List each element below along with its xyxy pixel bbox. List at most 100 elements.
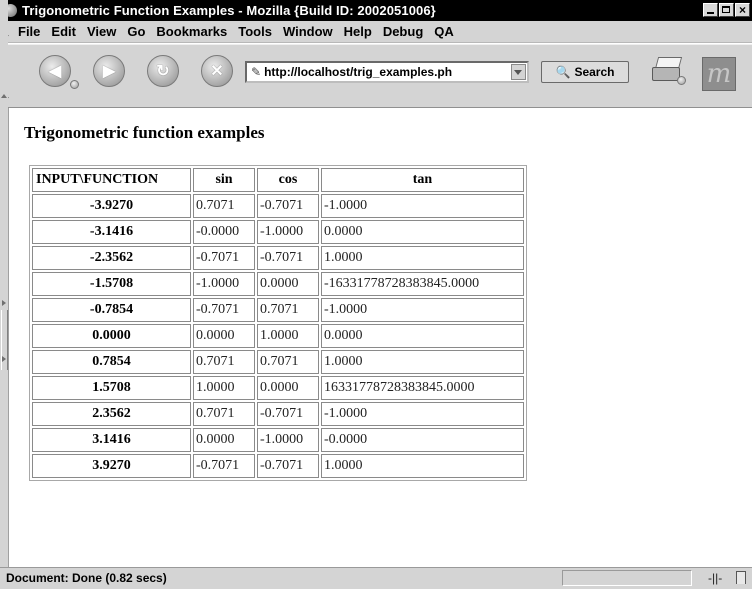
menu-debug[interactable]: Debug bbox=[383, 24, 423, 39]
table-row: 3.9270 -0.7071 -0.7071 1.0000 bbox=[32, 454, 524, 478]
url-text[interactable]: http://localhost/trig_examples.ph bbox=[264, 65, 511, 79]
print-dropdown[interactable] bbox=[677, 76, 686, 85]
menu-go[interactable]: Go bbox=[127, 24, 145, 39]
cell-cos: 0.7071 bbox=[257, 350, 319, 374]
cell-input: 0.0000 bbox=[32, 324, 191, 348]
cell-cos: -0.7071 bbox=[257, 246, 319, 270]
window-controls: × bbox=[703, 3, 750, 17]
online-status-icon[interactable]: -||- bbox=[708, 571, 722, 585]
cell-input: 2.3562 bbox=[32, 402, 191, 426]
cell-tan: 16331778728383845.0000 bbox=[321, 376, 524, 400]
menu-bookmarks[interactable]: Bookmarks bbox=[156, 24, 227, 39]
minimize-button[interactable] bbox=[703, 3, 718, 17]
table-row: -1.5708 -1.0000 0.0000 -1633177872838384… bbox=[32, 272, 524, 296]
cell-tan: 1.0000 bbox=[321, 350, 524, 374]
cell-tan: -1.0000 bbox=[321, 194, 524, 218]
table-row: 3.1416 0.0000 -1.0000 -0.0000 bbox=[32, 428, 524, 452]
progress-panel bbox=[562, 570, 692, 586]
cell-input: -2.3562 bbox=[32, 246, 191, 270]
menu-bar: File Edit View Go Bookmarks Tools Window… bbox=[0, 21, 752, 43]
cell-tan: 1.0000 bbox=[321, 246, 524, 270]
maximize-button[interactable] bbox=[719, 3, 734, 17]
cell-input: 3.1416 bbox=[32, 428, 191, 452]
cell-sin: -1.0000 bbox=[193, 272, 255, 296]
printer-icon bbox=[652, 67, 680, 81]
forward-arrow-icon: ▶ bbox=[102, 63, 116, 80]
table-row: -2.3562 -0.7071 -0.7071 1.0000 bbox=[32, 246, 524, 270]
cell-cos: 0.7071 bbox=[257, 298, 319, 322]
header-cos: cos bbox=[257, 168, 319, 192]
header-input-function: INPUT\FUNCTION bbox=[32, 168, 191, 192]
cell-tan: 0.0000 bbox=[321, 324, 524, 348]
menu-file[interactable]: File bbox=[18, 24, 40, 39]
window-title-bar[interactable]: Trigonometric Function Examples - Mozill… bbox=[0, 0, 752, 21]
header-sin: sin bbox=[193, 168, 255, 192]
back-button[interactable]: ◀ bbox=[39, 55, 79, 89]
cell-tan: -0.0000 bbox=[321, 428, 524, 452]
cell-cos: 0.0000 bbox=[257, 272, 319, 296]
cell-input: -3.9270 bbox=[32, 194, 191, 218]
table-row: -0.7854 -0.7071 0.7071 -1.0000 bbox=[32, 298, 524, 322]
reload-button[interactable]: ↻ bbox=[147, 55, 179, 87]
back-history-dropdown[interactable] bbox=[70, 80, 79, 89]
cell-sin: 0.7071 bbox=[193, 402, 255, 426]
table-row: 0.0000 0.0000 1.0000 0.0000 bbox=[32, 324, 524, 348]
table-row: -3.9270 0.7071 -0.7071 -1.0000 bbox=[32, 194, 524, 218]
cell-cos: -0.7071 bbox=[257, 194, 319, 218]
status-bar: Document: Done (0.82 secs) -||- bbox=[0, 567, 752, 589]
menu-tools[interactable]: Tools bbox=[238, 24, 272, 39]
menu-window[interactable]: Window bbox=[283, 24, 333, 39]
cell-cos: 0.0000 bbox=[257, 376, 319, 400]
url-history-dropdown[interactable] bbox=[511, 64, 526, 80]
sidebar-expand-arrow-icon bbox=[2, 300, 6, 306]
window-title: Trigonometric Function Examples - Mozill… bbox=[22, 3, 436, 18]
cell-tan: 1.0000 bbox=[321, 454, 524, 478]
table-header-row: INPUT\FUNCTION sin cos tan bbox=[32, 168, 524, 192]
menu-qa[interactable]: QA bbox=[434, 24, 454, 39]
cell-input: -0.7854 bbox=[32, 298, 191, 322]
table-row: 2.3562 0.7071 -0.7071 -1.0000 bbox=[32, 402, 524, 426]
cell-input: 3.9270 bbox=[32, 454, 191, 478]
cell-tan: -16331778728383845.0000 bbox=[321, 272, 524, 296]
menu-edit[interactable]: Edit bbox=[51, 24, 76, 39]
cell-cos: -1.0000 bbox=[257, 220, 319, 244]
cell-cos: -0.7071 bbox=[257, 402, 319, 426]
security-lock-icon[interactable] bbox=[736, 571, 746, 584]
cell-sin: -0.0000 bbox=[193, 220, 255, 244]
table-row: 0.7854 0.7071 0.7071 1.0000 bbox=[32, 350, 524, 374]
cell-tan: 0.0000 bbox=[321, 220, 524, 244]
cell-sin: 1.0000 bbox=[193, 376, 255, 400]
navigation-toolbar: ◀ ▶ ↻ ✕ ✎ http://localhost/trig_examples… bbox=[0, 44, 752, 108]
search-icon: 🔍 bbox=[555, 65, 571, 79]
url-bar[interactable]: ✎ http://localhost/trig_examples.ph bbox=[245, 61, 529, 83]
reload-icon: ↻ bbox=[156, 63, 170, 80]
table-row: -3.1416 -0.0000 -1.0000 0.0000 bbox=[32, 220, 524, 244]
back-arrow-icon: ◀ bbox=[48, 63, 62, 80]
cell-cos: 1.0000 bbox=[257, 324, 319, 348]
cell-sin: 0.0000 bbox=[193, 428, 255, 452]
close-button[interactable]: × bbox=[735, 3, 750, 17]
search-label: Search bbox=[574, 65, 615, 79]
page-proxy-icon[interactable]: ✎ bbox=[251, 65, 261, 79]
cell-sin: 0.0000 bbox=[193, 324, 255, 348]
mozilla-throbber-icon[interactable]: m bbox=[702, 57, 736, 91]
stop-button[interactable]: ✕ bbox=[201, 55, 233, 87]
sidebar-grippy[interactable] bbox=[0, 0, 8, 567]
status-text: Document: Done (0.82 secs) bbox=[6, 571, 167, 585]
print-button[interactable] bbox=[652, 55, 686, 85]
search-button[interactable]: 🔍 Search bbox=[541, 61, 629, 83]
cell-tan: -1.0000 bbox=[321, 402, 524, 426]
cell-sin: 0.7071 bbox=[193, 350, 255, 374]
menu-help[interactable]: Help bbox=[344, 24, 372, 39]
cell-sin: 0.7071 bbox=[193, 194, 255, 218]
collapse-arrow-icon bbox=[1, 94, 7, 98]
cell-input: -1.5708 bbox=[32, 272, 191, 296]
sidebar-expand-arrow-icon-lower bbox=[2, 356, 6, 362]
forward-button[interactable]: ▶ bbox=[93, 55, 125, 87]
trig-table: INPUT\FUNCTION sin cos tan -3.9270 0.707… bbox=[29, 165, 527, 481]
cell-sin: -0.7071 bbox=[193, 454, 255, 478]
page-heading: Trigonometric function examples bbox=[24, 123, 265, 142]
table-row: 1.5708 1.0000 0.0000 16331778728383845.0… bbox=[32, 376, 524, 400]
header-tan: tan bbox=[321, 168, 524, 192]
menu-view[interactable]: View bbox=[87, 24, 116, 39]
